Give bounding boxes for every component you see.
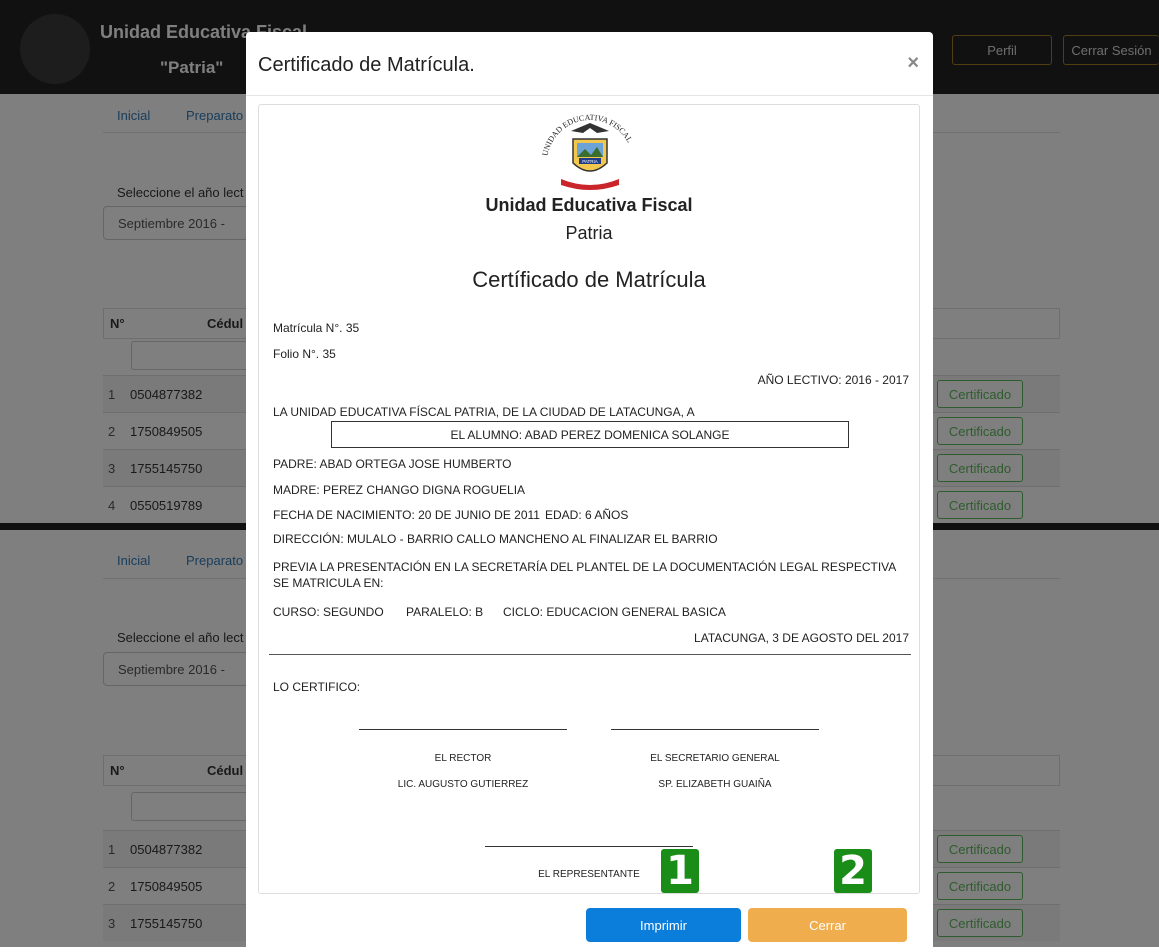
rector-signature-line (359, 729, 567, 730)
cert-direccion: DIRECCIÓN: MULALO - BARRIO CALLO MANCHEN… (273, 532, 718, 546)
annotation-marker-2: 2 (834, 848, 872, 894)
cert-anio-lectivo: AÑO LECTIVO: 2016 - 2017 (757, 373, 909, 387)
rector-title: EL RECTOR (434, 753, 492, 764)
representante-signature-line (485, 846, 693, 847)
certificate-document: UNIDAD EDUCATIVA FISCAL PATRIA Unidad Ed… (258, 104, 920, 894)
modal-header-divider (246, 95, 933, 96)
crest-band-text: PATRIA (582, 159, 598, 164)
cert-matricula: Matrícula N°. 35 (273, 321, 360, 335)
print-button[interactable]: Imprimir (586, 908, 741, 942)
cert-curso: CURSO: SEGUNDO (273, 605, 384, 619)
modal-title: Certificado de Matrícula. (258, 54, 475, 76)
cert-alumno: EL ALUMNO: ABAD PEREZ DOMENICA SOLANGE (331, 421, 849, 448)
cert-padre: PADRE: ABAD ORTEGA JOSE HUMBERTO (273, 457, 512, 471)
cert-lo-certifico: LO CERTIFICO: (273, 680, 361, 694)
cert-school-sub: Patria (565, 223, 613, 243)
close-icon[interactable]: × (907, 52, 919, 75)
secretario-name: SP. ELIZABETH GUAIÑA (658, 779, 772, 790)
secretario-signature-line (611, 729, 819, 730)
cert-madre: MADRE: PEREZ CHANGO DIGNA ROGUELIA (273, 483, 526, 497)
cert-edad: EDAD: 6 AÑOS (545, 508, 629, 522)
cert-previa-line2: SE MATRICULA EN: (273, 576, 384, 590)
secretario-title: EL SECRETARIO GENERAL (650, 753, 780, 764)
cert-lugar-fecha: LATACUNGA, 3 DE AGOSTO DEL 2017 (694, 631, 909, 645)
cert-paralelo: PARALELO: B (406, 605, 484, 619)
cert-divider (269, 654, 911, 655)
school-crest-logo-icon: UNIDAD EDUCATIVA FISCAL PATRIA (541, 113, 634, 190)
cert-nacimiento: FECHA DE NACIMIENTO: 20 DE JUNIO DE 2011 (273, 508, 540, 522)
cert-intro: LA UNIDAD EDUCATIVA FÍSCAL PATRIA, DE LA… (273, 405, 695, 419)
annotation-marker-1: 1 (661, 848, 699, 894)
cert-heading: Certíficado de Matrícula (472, 267, 706, 292)
cert-folio: Folio N°. 35 (273, 347, 336, 361)
rector-name: LIC. AUGUSTO GUTIERREZ (397, 779, 529, 790)
cert-ciclo: CICLO: EDUCACION GENERAL BASICA (503, 605, 726, 619)
certificate-modal: Certificado de Matrícula. × UNIDAD EDUCA… (246, 32, 933, 952)
cert-school-name: Unidad Educativa Fiscal (485, 195, 693, 215)
close-button[interactable]: Cerrar (748, 908, 907, 942)
cert-previa-line1: PREVIA LA PRESENTACIÓN EN LA SECRETARÍA … (273, 560, 897, 574)
